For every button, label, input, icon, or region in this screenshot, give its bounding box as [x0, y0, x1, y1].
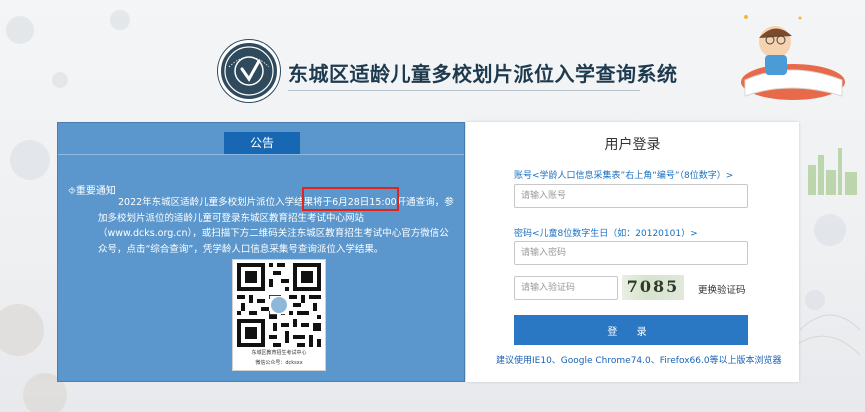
- notice-body: 2022年东城区适龄儿童多校划片派位入学结果将于6月28日15:00开通查询，参…: [98, 197, 454, 255]
- title-divider: [288, 90, 640, 91]
- logo-emblem-icon: [224, 46, 274, 96]
- captcha-image[interactable]: 7085: [622, 275, 684, 300]
- account-label: 账号<学龄人口信息采集表”右上角“编号”（8位数字）>: [514, 171, 734, 181]
- qr-code-icon: [237, 263, 321, 347]
- account-input[interactable]: [514, 184, 748, 208]
- login-title: 用户登录: [604, 137, 661, 153]
- login-panel: 用户登录 账号<学龄人口信息采集表”右上角“编号”（8位数字）> 密码<儿童8位…: [466, 122, 799, 382]
- notice-tab[interactable]: 公告: [224, 132, 300, 154]
- password-label: 密码<儿童8位数字生日（如：20120101）>: [514, 229, 698, 239]
- notice-tab-divider: [58, 154, 464, 155]
- boy-reading-illustration: [741, 26, 845, 100]
- wechat-qr-card: 东城区教育招生考试中心 微信公众号：dcksxx: [232, 259, 326, 371]
- district-logo: [218, 40, 280, 102]
- skyline-illustration: [808, 148, 857, 195]
- site-title: 东城区适龄儿童多校划片派位入学查询系统: [288, 62, 678, 86]
- qr-caption-org: 东城区教育招生考试中心: [251, 350, 307, 356]
- captcha-code: 7085: [626, 277, 680, 296]
- qr-caption-account: 微信公众号：dcksxx: [255, 360, 303, 366]
- notice-panel: 公告 ⯑重要通知 2022年东城区适龄儿童多校划片派位入学结果将于6月28日15…: [57, 122, 465, 382]
- captcha-input[interactable]: [514, 276, 618, 300]
- refresh-captcha-link[interactable]: 更换验证码: [698, 282, 746, 296]
- password-input[interactable]: [514, 241, 748, 265]
- login-button[interactable]: 登 录: [514, 315, 748, 345]
- browser-tip: 建议使用IE10、Google Chrome74.0、Firefox66.0等以…: [496, 356, 782, 366]
- date-highlight-box: [302, 187, 399, 211]
